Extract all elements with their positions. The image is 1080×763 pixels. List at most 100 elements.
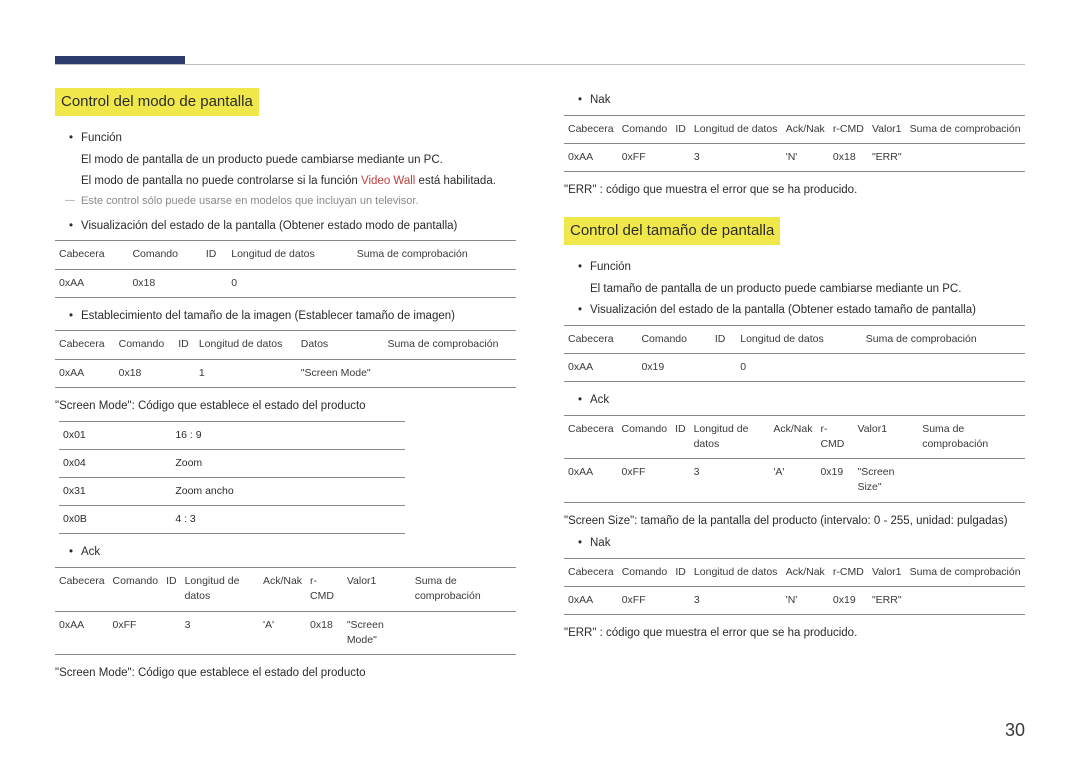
td: 1	[195, 359, 297, 387]
td	[862, 353, 1025, 381]
th: Comando	[618, 558, 672, 586]
bullet-viz: Visualización del estado de la pantalla …	[578, 302, 1025, 319]
video-wall-keyword: Video Wall	[361, 175, 415, 187]
th: Valor1	[868, 558, 906, 586]
td: 0xAA	[564, 459, 618, 502]
td: 0x19	[637, 353, 710, 381]
td	[711, 353, 736, 381]
td	[411, 611, 516, 654]
td: "Screen Size"	[853, 459, 918, 502]
th: Ack/Nak	[782, 558, 829, 586]
model-note: Este control sólo puede usarse en modelo…	[69, 194, 516, 210]
th: Cabecera	[564, 115, 618, 143]
th: Suma de comprobación	[862, 325, 1025, 353]
text: El tamaño de pantalla de un producto pue…	[590, 281, 1025, 298]
label: Visualización del estado de la pantalla …	[81, 220, 457, 232]
td: 'N'	[782, 587, 829, 615]
td	[671, 143, 690, 171]
bullet-list: Establecimiento del tamaño de la imagen …	[55, 308, 516, 325]
text: El modo de pantalla de un producto puede…	[81, 152, 516, 169]
bullet-viz: Visualización del estado de la pantalla …	[69, 218, 516, 235]
td: 0xFF	[618, 587, 672, 615]
td	[162, 611, 181, 654]
label: Establecimiento del tamaño de la imagen …	[81, 310, 455, 322]
td: 0x18	[829, 143, 868, 171]
th: Cabecera	[564, 415, 618, 458]
bullet-list: Función	[55, 130, 516, 147]
th: Suma de comprobación	[411, 568, 516, 611]
header-rule	[55, 64, 1025, 65]
text: "ERR" : código que muestra el error que …	[564, 182, 1025, 199]
th: Cabecera	[564, 558, 618, 586]
text-part: El modo de pantalla no puede controlarse…	[81, 175, 361, 187]
td: 0xAA	[564, 353, 637, 381]
th: Comando	[109, 568, 163, 611]
th: Longitud de datos	[181, 568, 259, 611]
th: Cabecera	[55, 568, 109, 611]
table-ack-screen-mode: Cabecera Comando ID Longitud de datos Ac…	[55, 567, 516, 655]
th: r-CMD	[816, 415, 853, 458]
right-column: Nak Cabecera Comando ID Longitud de dato…	[564, 88, 1025, 688]
td: 0x18	[128, 269, 201, 297]
text: "Screen Mode": Código que establece el e…	[55, 398, 516, 415]
label: Visualización del estado de la pantalla …	[590, 304, 976, 316]
td	[906, 587, 1025, 615]
td: 0x0B	[59, 506, 171, 534]
td: 'A'	[769, 459, 816, 502]
th: Ack/Nak	[782, 115, 829, 143]
td: 0xAA	[55, 359, 115, 387]
bullet-list: Nak	[564, 92, 1025, 109]
td: Zoom	[171, 449, 404, 477]
th: Ack/Nak	[259, 568, 306, 611]
th: Comando	[618, 115, 672, 143]
th: ID	[202, 241, 227, 269]
td: 16 : 9	[171, 421, 404, 449]
th: Suma de comprobación	[906, 558, 1025, 586]
text: "Screen Size": tamaño de la pantalla del…	[564, 513, 1025, 530]
label: Función	[590, 261, 631, 273]
label: Nak	[590, 537, 610, 549]
th: Longitud de datos	[736, 325, 862, 353]
th: r-CMD	[306, 568, 343, 611]
label: Ack	[590, 394, 609, 406]
th: Suma de comprobación	[906, 115, 1025, 143]
td: 4 : 3	[171, 506, 404, 534]
th: ID	[174, 331, 195, 359]
th: Cabecera	[55, 241, 128, 269]
th: Longitud de datos	[690, 415, 770, 458]
table-ack-screen-size: Cabecera Comando ID Longitud de datos Ac…	[564, 415, 1025, 503]
text: El modo de pantalla no puede controlarse…	[81, 173, 516, 190]
section-title: Control del modo de pantalla	[55, 88, 259, 116]
th: r-CMD	[829, 558, 868, 586]
text: "ERR" : código que muestra el error que …	[564, 625, 1025, 642]
th: Valor1	[853, 415, 918, 458]
td	[671, 587, 690, 615]
page-number: 30	[1005, 720, 1025, 741]
bullet-list: Visualización del estado de la pantalla …	[55, 218, 516, 235]
bullet-set: Establecimiento del tamaño de la imagen …	[69, 308, 516, 325]
td: 0	[227, 269, 353, 297]
td: "Screen Mode"	[343, 611, 411, 654]
bullet-list: Función	[564, 259, 1025, 276]
th: Longitud de datos	[690, 558, 782, 586]
td: 'A'	[259, 611, 306, 654]
bullet-list: Ack	[55, 544, 516, 561]
label: Función	[81, 132, 122, 144]
td: 3	[690, 143, 782, 171]
bullet-list: Nak	[564, 535, 1025, 552]
th: Comando	[637, 325, 710, 353]
td: 0xFF	[618, 459, 672, 502]
bullet-list: Visualización del estado de la pantalla …	[564, 302, 1025, 319]
th: Cabecera	[55, 331, 115, 359]
th: Valor1	[868, 115, 906, 143]
label: Ack	[81, 546, 100, 558]
table-set-screen-mode: Cabecera Comando ID Longitud de datos Da…	[55, 330, 516, 387]
td: "Screen Mode"	[297, 359, 384, 387]
td	[353, 269, 516, 297]
bullet-ack: Ack	[578, 392, 1025, 409]
td: 0xAA	[564, 587, 618, 615]
td: 0x31	[59, 478, 171, 506]
th: Suma de comprobación	[918, 415, 1025, 458]
table-nak-screen-size: Cabecera Comando ID Longitud de datos Ac…	[564, 558, 1025, 615]
th: Ack/Nak	[769, 415, 816, 458]
